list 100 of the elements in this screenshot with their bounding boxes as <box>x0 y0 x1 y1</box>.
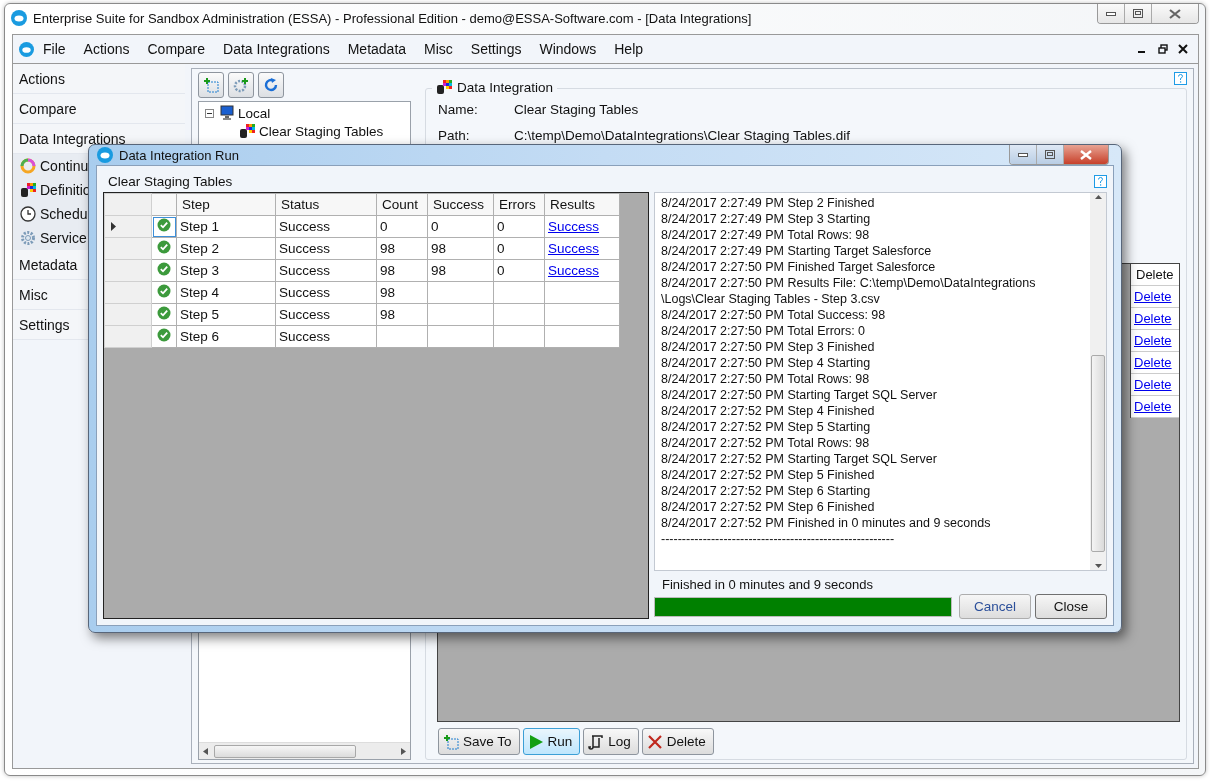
menu-item[interactable]: Settings <box>461 41 531 57</box>
minimize-icon <box>1018 152 1028 157</box>
sidebar-item[interactable]: Metadata <box>19 256 78 273</box>
sidebar-subitem[interactable]: Service <box>40 230 87 246</box>
step-row[interactable]: Step 1 Success 0 0 0 Success <box>104 215 620 238</box>
step-row[interactable]: Step 5 Success 98 <box>104 303 620 326</box>
maximize-button[interactable] <box>1124 4 1151 23</box>
success-check-icon <box>157 306 171 320</box>
status-text: Finished in 0 minutes and 9 seconds <box>662 577 874 592</box>
success-check-icon <box>157 284 171 298</box>
sidebar-item[interactable]: Compare <box>19 100 77 117</box>
database-grid-icon <box>239 123 255 139</box>
dialog-button[interactable]: Close <box>1035 594 1107 619</box>
collapse-icon[interactable] <box>205 108 214 118</box>
scrollbar-thumb[interactable] <box>214 744 356 758</box>
close-button[interactable] <box>1063 145 1108 164</box>
table-cell <box>493 281 545 304</box>
step-row[interactable]: Step 4 Success 98 <box>104 281 620 304</box>
table-cell: 98 <box>427 237 494 260</box>
restore-icon[interactable] <box>1158 44 1168 54</box>
table-cell: Success <box>275 281 377 304</box>
menu-item[interactable]: Actions <box>74 41 139 57</box>
log-line: 8/24/2017 2:27:49 PM Starting Target Salesforce <box>661 243 933 259</box>
add-gear-button[interactable] <box>228 72 254 98</box>
menu-item[interactable]: Metadata <box>338 41 416 57</box>
close-button[interactable] <box>1151 4 1198 23</box>
maximize-button[interactable] <box>1036 145 1063 164</box>
minimize-button[interactable] <box>1010 145 1036 164</box>
log-line: 8/24/2017 2:27:52 PM Step 4 Finished <box>661 403 876 419</box>
menu-item[interactable]: File <box>34 41 75 57</box>
close-icon <box>1169 8 1181 19</box>
current-row-icon <box>111 222 116 231</box>
table-cell: 98 <box>427 259 494 282</box>
scrollbar-thumb[interactable] <box>1091 355 1105 552</box>
delete-link[interactable]: Delete <box>1131 330 1179 352</box>
log-line: 8/24/2017 2:27:52 PM Starting Target SQL Server <box>661 451 938 467</box>
delete-link[interactable]: Delete <box>1131 352 1179 374</box>
help-icon[interactable] <box>1094 174 1107 188</box>
log-line: 8/24/2017 2:27:52 PM Step 6 Starting <box>661 483 872 499</box>
action-button[interactable]: Log <box>583 728 639 755</box>
menu-item[interactable]: Misc <box>415 41 462 57</box>
close-icon[interactable] <box>1178 44 1188 54</box>
sidebar-item[interactable]: Data Integrations <box>19 130 126 147</box>
delete-link[interactable]: Delete <box>1131 308 1179 330</box>
menu-item[interactable]: Help <box>605 41 653 57</box>
action-button[interactable]: Save To <box>438 728 520 755</box>
help-icon[interactable] <box>1174 72 1187 85</box>
menu-item[interactable]: Data Integrations <box>214 41 339 57</box>
field-label: Name: <box>438 101 479 117</box>
action-button[interactable]: Run <box>522 728 581 755</box>
success-check-icon <box>157 240 171 254</box>
dialog-title: Data Integration Run <box>119 147 240 163</box>
table-cell: Step 5 <box>176 303 276 326</box>
scroll-right-icon[interactable] <box>401 747 406 755</box>
success-check-icon <box>157 328 171 342</box>
clock-icon <box>20 206 36 222</box>
tree-item[interactable]: Clear Staging Tables <box>259 123 384 139</box>
action-button[interactable]: Delete <box>641 728 714 755</box>
table-cell: Step 1 <box>176 215 276 238</box>
log-line: \Logs\Clear Staging Tables - Step 3.csv <box>661 291 881 307</box>
table-cell: Step 4 <box>176 281 276 304</box>
table-cell <box>427 303 494 326</box>
delete-link[interactable]: Delete <box>1131 374 1179 396</box>
log-line: 8/24/2017 2:27:50 PM Step 3 Finished <box>661 339 876 355</box>
log-line: 8/24/2017 2:27:50 PM Total Success: 98 <box>661 307 887 323</box>
step-row[interactable]: Step 6 Success <box>104 325 620 348</box>
new-button[interactable] <box>198 72 224 98</box>
add-icon <box>443 733 459 750</box>
step-row[interactable]: Step 3 Success 98 98 0 Success <box>104 259 620 282</box>
scroll-up-icon[interactable] <box>1094 195 1102 199</box>
log-textbox[interactable] <box>654 192 1107 571</box>
table-cell: Step 2 <box>176 237 276 260</box>
table-cell: Step 3 <box>176 259 276 282</box>
table-cell: 98 <box>376 303 428 326</box>
app-logo-icon <box>19 41 34 57</box>
sidebar-item[interactable]: Settings <box>19 316 70 333</box>
scroll-down-icon[interactable] <box>1094 564 1102 568</box>
tree-item[interactable]: Local <box>238 105 271 121</box>
sidebar-item[interactable]: Misc <box>19 286 48 303</box>
app-logo-icon <box>11 10 27 26</box>
sidebar-subitem[interactable]: Schedu <box>40 206 88 222</box>
log-line: -------------------------------------------------------- <box>661 531 896 547</box>
sidebar-subitem[interactable]: Continu <box>40 158 89 174</box>
menu-item[interactable]: Windows <box>530 41 606 57</box>
minimize-button[interactable] <box>1098 4 1124 23</box>
menu-item[interactable]: Compare <box>138 41 215 57</box>
delete-link[interactable]: Delete <box>1131 286 1179 308</box>
delete-link[interactable]: Delete <box>1131 396 1179 418</box>
table-cell: Success <box>275 259 377 282</box>
dialog-button[interactable]: Cancel <box>959 594 1031 619</box>
delete-x-icon <box>646 733 663 750</box>
table-cell: 0 <box>493 215 545 238</box>
table-cell: Success <box>275 325 377 348</box>
refresh-button[interactable] <box>258 72 284 98</box>
scroll-left-icon[interactable] <box>203 747 208 755</box>
sidebar-item[interactable]: Actions <box>19 70 65 87</box>
gear-plus-icon <box>233 77 249 93</box>
log-line: 8/24/2017 2:27:50 PM Starting Target SQL Server <box>661 387 938 403</box>
log-line: 8/24/2017 2:27:52 PM Step 5 Starting <box>661 419 872 435</box>
step-row[interactable]: Step 2 Success 98 98 0 Success <box>104 237 620 260</box>
